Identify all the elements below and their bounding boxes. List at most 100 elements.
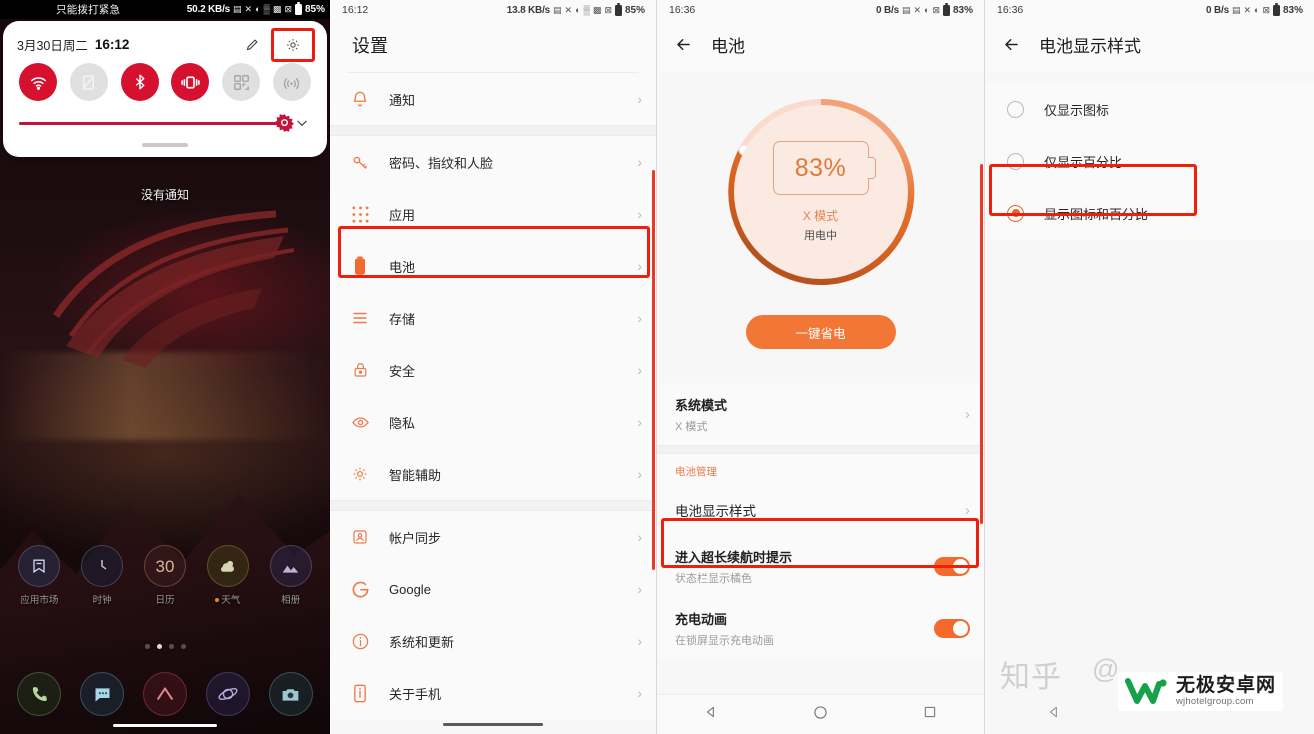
long-standby-prompt-row[interactable]: 进入超长续航时提示 状态栏显示橘色 bbox=[657, 535, 984, 597]
charging-animation-row[interactable]: 充电动画 在锁屏显示充电动画 bbox=[657, 597, 984, 659]
sidebar-item-system-update[interactable]: 系统和更新 › bbox=[330, 615, 656, 667]
section-gap bbox=[657, 445, 984, 454]
app-icon-appstore[interactable]: 应用市场 bbox=[12, 545, 66, 606]
bluetooth-toggle[interactable] bbox=[120, 63, 159, 101]
apps-grid-icon bbox=[348, 205, 372, 223]
sidebar-item-google[interactable]: Google › bbox=[330, 563, 656, 615]
hotspot-toggle[interactable] bbox=[272, 63, 311, 101]
scrollbar[interactable] bbox=[652, 170, 655, 570]
browser-icon[interactable] bbox=[205, 672, 250, 716]
option-icon-and-percent[interactable]: 显示图标和百分比 bbox=[985, 187, 1314, 239]
back-arrow-icon[interactable] bbox=[1001, 35, 1021, 55]
brightness-slider-thumb[interactable] bbox=[274, 114, 295, 133]
info-circle-icon bbox=[348, 632, 372, 651]
qr-scan-toggle[interactable] bbox=[222, 63, 261, 101]
panel1-status-bar: 只能拨打紧急 50.2 KB/s ▤ ✕ ◐ ▒ ▩ ⊠ 85% bbox=[0, 0, 330, 19]
system-mode-row[interactable]: 系统模式 X 模式 › bbox=[657, 383, 984, 445]
sidebar-item-smart-assist[interactable]: 智能辅助 › bbox=[330, 448, 656, 500]
no-sim-icon: ✕ bbox=[244, 4, 253, 14]
radio-button[interactable] bbox=[1007, 100, 1024, 118]
brand-url: wjhotelgroup.com bbox=[1176, 695, 1254, 707]
brightness-slider[interactable] bbox=[19, 114, 295, 132]
option-icon-only[interactable]: 仅显示图标 bbox=[985, 83, 1314, 135]
chevron-down-icon[interactable] bbox=[293, 114, 311, 132]
no-sim-icon: ✕ bbox=[1243, 4, 1251, 15]
app-bar: 电池 bbox=[657, 20, 984, 71]
vibrate-toggle[interactable] bbox=[171, 63, 210, 101]
page-dot[interactable] bbox=[144, 644, 150, 649]
sidebar-item-security[interactable]: 安全 › bbox=[330, 344, 656, 396]
home-circle-icon[interactable] bbox=[813, 705, 828, 725]
battery-display-style-row[interactable]: 电池显示样式 › bbox=[657, 485, 984, 535]
page-dot[interactable] bbox=[180, 644, 186, 649]
sidebar-item-notifications[interactable]: 通知 › bbox=[330, 73, 656, 125]
sidebar-item-storage[interactable]: 存储 › bbox=[330, 292, 656, 344]
quick-settings-toggles bbox=[3, 57, 327, 101]
quick-settings-drag-handle[interactable] bbox=[142, 143, 188, 147]
radio-button-selected[interactable] bbox=[1007, 204, 1024, 222]
app-icon-calendar[interactable]: 30 日历 bbox=[138, 545, 192, 606]
recents-square-icon[interactable] bbox=[923, 705, 937, 724]
quick-settings-header: 3月30日周二 16:12 bbox=[3, 27, 327, 62]
phone-icon[interactable] bbox=[17, 672, 62, 716]
chevron-right-icon: › bbox=[965, 501, 970, 519]
sidebar-item-battery[interactable]: 电池 › bbox=[330, 240, 656, 292]
bell-icon bbox=[348, 90, 372, 108]
mobile-data-toggle[interactable] bbox=[69, 63, 108, 101]
armoury-crate-icon[interactable] bbox=[142, 672, 187, 716]
system-mode-title: 系统模式 bbox=[675, 397, 728, 413]
battery-icon bbox=[1272, 2, 1280, 16]
gear-icon bbox=[287, 38, 299, 51]
clock-icon bbox=[81, 545, 124, 587]
sidebar-item-label: 关于手机 bbox=[389, 686, 442, 702]
long-standby-prompt-toggle[interactable] bbox=[934, 556, 970, 576]
about-phone-icon bbox=[348, 684, 372, 703]
wifi-toggle[interactable] bbox=[19, 63, 57, 101]
gesture-home-bar[interactable] bbox=[113, 724, 217, 727]
page-dot[interactable] bbox=[168, 644, 174, 649]
sidebar-item-apps[interactable]: 应用 › bbox=[330, 188, 656, 240]
battery-percent-label: 83% bbox=[794, 153, 847, 182]
calendar-day-number: 30 bbox=[155, 556, 175, 576]
settings-gear-button-highlighted[interactable] bbox=[271, 27, 315, 62]
battery-percent-text: 83% bbox=[952, 4, 973, 16]
panel3-status-bar: 16:36 0 B/s ▤ ✕ ◐ ⊠ 83% bbox=[657, 0, 984, 20]
one-key-power-save-button[interactable]: 一键省电 bbox=[745, 315, 896, 349]
w-logo-icon bbox=[1125, 678, 1167, 705]
section-header-battery-management: 电池管理 bbox=[657, 454, 984, 485]
sidebar-item-privacy[interactable]: 隐私 › bbox=[330, 396, 656, 448]
messages-icon[interactable] bbox=[80, 672, 125, 716]
storage-icon bbox=[348, 309, 372, 327]
back-arrow-icon[interactable] bbox=[673, 35, 693, 55]
gesture-home-bar[interactable] bbox=[443, 723, 543, 726]
status-time-text: 16:36 bbox=[669, 4, 696, 16]
app-bar: 电池显示样式 bbox=[985, 20, 1314, 71]
brand-name-cn: 无极安卓网 bbox=[1176, 675, 1277, 696]
sidebar-item-about-phone[interactable]: 关于手机 › bbox=[330, 667, 656, 719]
charging-animation-toggle[interactable] bbox=[934, 618, 970, 638]
app-icon-weather[interactable]: 天气 bbox=[201, 545, 255, 606]
radio-button[interactable] bbox=[1007, 152, 1024, 170]
sidebar-item-security-credentials[interactable]: 密码、指纹和人脸 › bbox=[330, 136, 656, 188]
battery-percent-text: 85% bbox=[304, 4, 325, 15]
back-triangle-icon[interactable] bbox=[1047, 705, 1061, 724]
status-time-text: 16:12 bbox=[342, 4, 369, 16]
privacy-eye-icon bbox=[348, 413, 372, 432]
sidebar-item-label: 密码、指纹和人脸 bbox=[389, 155, 494, 171]
mute-icon: ⊠ bbox=[1262, 4, 1270, 15]
network-speed-text: 0 B/s bbox=[876, 4, 899, 16]
back-triangle-icon[interactable] bbox=[704, 705, 718, 724]
option-percent-only[interactable]: 仅显示百分比 bbox=[985, 135, 1314, 187]
brightness-slider-row[interactable] bbox=[3, 101, 327, 132]
signal-icon: ▩ bbox=[272, 4, 282, 14]
app-icon-clock[interactable]: 时钟 bbox=[75, 545, 129, 606]
sidebar-item-account-sync[interactable]: 帐户同步 › bbox=[330, 511, 656, 563]
chevron-right-icon: › bbox=[637, 206, 642, 222]
app-icon-gallery[interactable]: 相册 bbox=[264, 545, 318, 606]
camera-icon[interactable] bbox=[268, 672, 313, 716]
pencil-icon[interactable] bbox=[239, 32, 265, 58]
scrollbar[interactable] bbox=[980, 164, 983, 524]
page-dot-active[interactable] bbox=[156, 644, 162, 649]
switch-title: 充电动画 bbox=[675, 611, 728, 627]
app-label: 相册 bbox=[281, 595, 301, 606]
